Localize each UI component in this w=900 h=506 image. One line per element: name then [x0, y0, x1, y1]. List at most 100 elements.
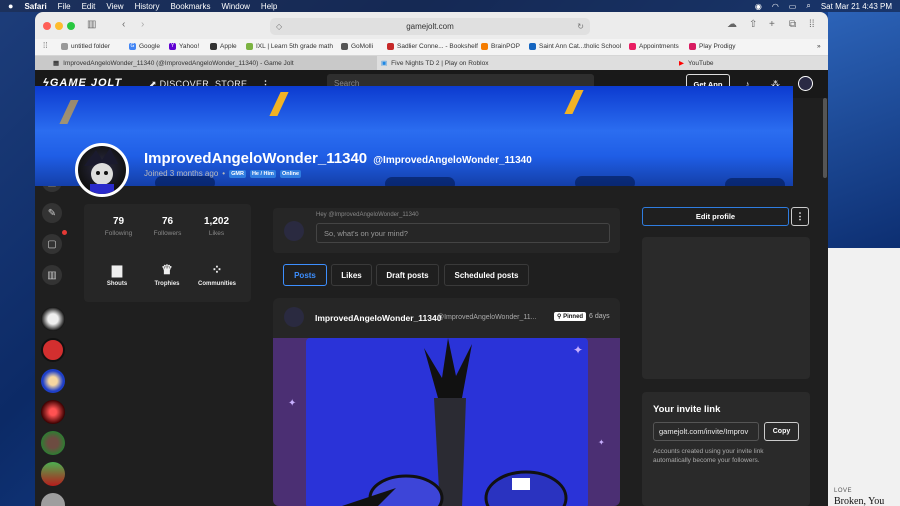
bookmark-sadlier[interactable]: Sadlier Conne... - Bookshelf [387, 43, 478, 50]
stat-following[interactable]: 79 Following [96, 216, 141, 237]
cloud-decoration [575, 176, 635, 186]
forward-icon[interactable]: › [141, 19, 144, 30]
close-window-icon[interactable] [43, 22, 51, 30]
sidebar-toggle-icon[interactable]: ▥ [87, 19, 96, 30]
shouts-link[interactable]: ▆ Shouts [92, 262, 142, 287]
invite-card: Your invite link gamejolt.com/invite/Imp… [642, 392, 810, 506]
zoom-window-icon[interactable] [67, 22, 75, 30]
profile-meta: Joined 3 months ago • GMR He / Him Onlin… [144, 169, 302, 178]
back-icon[interactable]: ‹ [122, 19, 125, 30]
grid-bookmarks-icon[interactable]: ⁞⁞ [43, 41, 47, 50]
battery-icon[interactable]: ▭ [789, 2, 797, 11]
pin-icon: ⚲ [557, 314, 562, 320]
community-avatar[interactable] [41, 307, 65, 331]
stat-likes[interactable]: 1,202 Likes [194, 216, 239, 237]
invite-description: Accounts created using your invite link … [653, 448, 764, 464]
sadlier-icon [387, 43, 394, 50]
minimize-window-icon[interactable] [55, 22, 63, 30]
apple-menu-icon[interactable]: ● [8, 1, 13, 11]
rail-library-icon[interactable]: ▥ [42, 265, 62, 285]
prodigy-icon [689, 43, 696, 50]
rail-creator-icon[interactable]: ✎ [42, 203, 62, 223]
menu-bookmarks[interactable]: Bookmarks [170, 2, 210, 11]
share-icon[interactable]: ⇧ [749, 19, 757, 30]
communities-link[interactable]: ⁘ Communities [192, 262, 242, 287]
profile-avatar[interactable] [75, 143, 129, 197]
community-avatar[interactable] [41, 338, 65, 362]
community-avatar[interactable] [41, 431, 65, 455]
post-author-name[interactable]: ImprovedAngeloWonder_11340 [315, 313, 441, 323]
tab-roblox[interactable]: ▣ Five Nights TD 2 | Play on Roblox [377, 56, 677, 70]
post-author-handle[interactable]: @ImprovedAngeloWonder_11... [437, 314, 536, 321]
bookmark-apple[interactable]: Apple [210, 43, 237, 50]
control-center-icon[interactable]: ◉ [755, 2, 762, 11]
trophies-link[interactable]: ♛ Trophies [142, 262, 192, 287]
community-avatar[interactable] [41, 400, 65, 424]
sparkle-icon: ✦ [573, 343, 584, 357]
bookmark-brainpop[interactable]: BrainPOP [481, 43, 520, 50]
tab-draft-posts[interactable]: Draft posts [376, 264, 439, 286]
new-tab-icon[interactable]: + [769, 19, 775, 30]
tab-gamejolt-profile[interactable]: ▦ ImprovedAngeloWonder_11340 (@ImprovedA… [35, 56, 377, 70]
invite-title: Your invite link [653, 404, 721, 415]
stat-followers[interactable]: 76 Followers [145, 216, 190, 237]
bookmark-untitled-folder[interactable]: untitled folder [61, 43, 110, 50]
invite-link-field[interactable]: gamejolt.com/invite/Improv [653, 422, 759, 441]
page-scrollbar[interactable] [822, 98, 828, 506]
menu-view[interactable]: View [106, 2, 123, 11]
bookmark-google[interactable]: G Google [129, 43, 160, 50]
bookmark-prodigy[interactable]: Play Prodigy [689, 43, 736, 50]
menu-app-name[interactable]: Safari [24, 2, 46, 11]
icloud-icon[interactable]: ☁ [727, 19, 737, 30]
desktop-card-kicker: LOVE [834, 488, 853, 494]
search-spotlight-icon[interactable]: ⌕ [806, 1, 810, 11]
composer-input[interactable]: So, what's on your mind? [316, 223, 610, 243]
profile-handle: @ImprovedAngeloWonder_11340 [373, 155, 532, 166]
user-avatar[interactable] [798, 76, 813, 91]
post-author-avatar[interactable] [284, 307, 304, 327]
avatar-character-icon [84, 148, 118, 194]
tab-youtube[interactable]: ▶ YouTube [677, 56, 828, 70]
tab-likes[interactable]: Likes [331, 264, 372, 286]
tab-overview-icon[interactable]: ⧉ [789, 19, 796, 30]
bookmark-yahoo[interactable]: Y Yahoo! [169, 43, 199, 50]
post-composer: Hey @ImprovedAngeloWonder_11340 So, what… [273, 208, 620, 253]
wifi-icon[interactable]: ◠ [772, 2, 779, 11]
community-avatar[interactable] [41, 493, 65, 506]
reload-icon[interactable]: ↻ [577, 22, 584, 31]
safari-toolbar: ▥ ‹ › ◇ gamejolt.com ↻ ☁ ⇧ + ⧉ ⁞⁞ [35, 12, 828, 39]
clock[interactable]: Sat Mar 21 4:43 PM [821, 2, 892, 11]
menu-history[interactable]: History [135, 2, 160, 11]
more-bookmarks-icon[interactable]: » [817, 43, 821, 50]
menu-help[interactable]: Help [261, 2, 277, 11]
sidebar-placeholder-card [642, 237, 810, 379]
community-avatar[interactable] [41, 462, 65, 486]
bookmark-appointments[interactable]: Appointments [629, 43, 679, 50]
copy-invite-button[interactable]: Copy [764, 422, 799, 441]
stat-value: 79 [112, 216, 125, 227]
tab-scheduled-posts[interactable]: Scheduled posts [444, 264, 529, 286]
menu-file[interactable]: File [58, 2, 71, 11]
gomolli-icon [341, 43, 348, 50]
rail-chat-icon[interactable]: ▢ [42, 234, 62, 254]
profile-more-button[interactable]: ⋮ [791, 207, 809, 226]
post-image[interactable] [306, 338, 588, 506]
macos-menubar: ● Safari File Edit View History Bookmark… [0, 0, 900, 12]
desktop-card-title: Broken, You [834, 496, 885, 506]
edit-profile-button[interactable]: Edit profile [642, 207, 789, 226]
grid-icon[interactable]: ⁞⁞ [809, 19, 815, 30]
address-bar[interactable]: ◇ gamejolt.com ↻ [270, 18, 590, 35]
bookmark-gomolli[interactable]: GoMolli [341, 43, 373, 50]
post-age: 6 days [589, 313, 610, 320]
tab-posts[interactable]: Posts [283, 264, 327, 286]
pinned-post[interactable]: ImprovedAngeloWonder_11340 @ImprovedAnge… [273, 298, 620, 506]
scrollbar-thumb[interactable] [823, 98, 827, 178]
badge-gmr: GMR [229, 169, 246, 178]
bookmark-saint-ann[interactable]: Saint Ann Cat...tholic School [529, 43, 621, 50]
menu-window[interactable]: Window [221, 2, 249, 11]
bookmark-ixl[interactable]: IXL | Learn 5th grade math [246, 43, 333, 50]
bolt-decoration-icon [59, 100, 79, 124]
menu-edit[interactable]: Edit [82, 2, 96, 11]
sparkle-icon: ✦ [598, 438, 605, 447]
community-avatar[interactable] [41, 369, 65, 393]
